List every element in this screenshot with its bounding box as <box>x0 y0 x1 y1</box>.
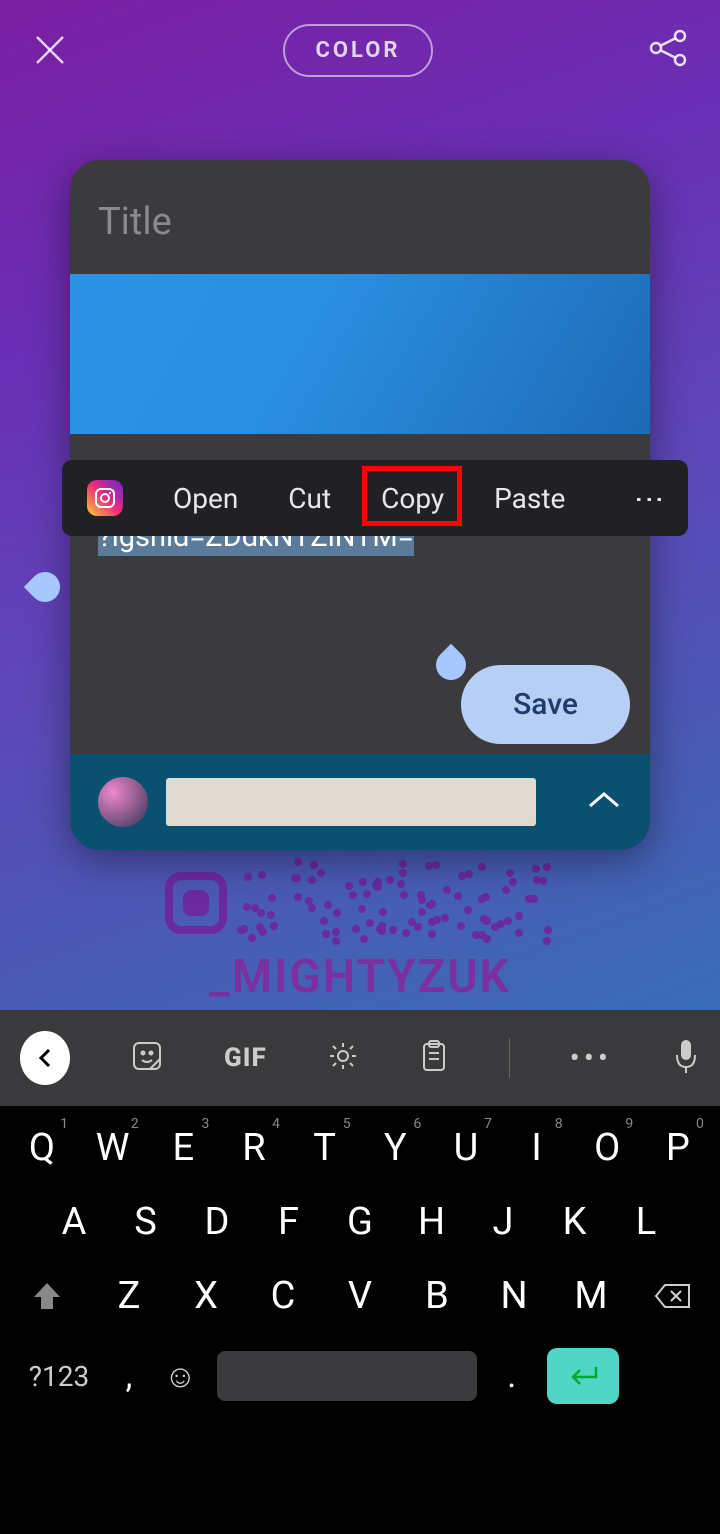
key-o[interactable]: O9 <box>577 1126 637 1170</box>
enter-key[interactable] <box>547 1348 619 1404</box>
comment-input[interactable] <box>166 778 536 826</box>
clipboard-icon[interactable] <box>419 1039 449 1077</box>
share-icon[interactable] <box>646 26 690 74</box>
key-q[interactable]: Q1 <box>12 1126 72 1170</box>
instagram-icon[interactable] <box>87 480 123 516</box>
key-d[interactable]: D <box>187 1200 247 1244</box>
image-strip[interactable] <box>70 274 650 434</box>
color-button[interactable]: COLOR <box>283 24 432 77</box>
title-placeholder: Title <box>98 200 172 244</box>
keyboard: Q1W2E3R4T5Y6U7I8O9P0 ASDFGHJKL ZXCVBNM ?… <box>0 1106 720 1534</box>
key-f[interactable]: F <box>259 1200 319 1244</box>
avatar[interactable] <box>98 777 148 827</box>
keyboard-toolbar: GIF ••• <box>0 1010 720 1106</box>
key-c[interactable]: C <box>253 1274 313 1318</box>
context-more-icon[interactable]: ⋮ <box>632 484 667 512</box>
key-y[interactable]: Y6 <box>365 1126 425 1170</box>
key-z[interactable]: Z <box>99 1274 159 1318</box>
key-m[interactable]: M <box>561 1274 621 1318</box>
key-n[interactable]: N <box>484 1274 544 1318</box>
key-e[interactable]: E3 <box>153 1126 213 1170</box>
top-bar: COLOR <box>0 0 720 100</box>
mic-icon[interactable] <box>672 1037 700 1079</box>
gif-button[interactable]: GIF <box>224 1043 267 1073</box>
space-key[interactable] <box>217 1351 477 1401</box>
profile-username: _MIGHTYZUK <box>0 950 720 1004</box>
symbols-key[interactable]: ?123 <box>24 1360 94 1393</box>
key-j[interactable]: J <box>473 1200 533 1244</box>
key-x[interactable]: X <box>176 1274 236 1318</box>
selection-handle-end[interactable] <box>430 644 472 686</box>
key-v[interactable]: V <box>330 1274 390 1318</box>
selection-handle-start[interactable] <box>24 566 66 608</box>
key-k[interactable]: K <box>545 1200 605 1244</box>
context-open[interactable]: Open <box>173 482 238 515</box>
key-p[interactable]: P0 <box>648 1126 708 1170</box>
key-r[interactable]: R4 <box>224 1126 284 1170</box>
gear-icon[interactable] <box>327 1040 359 1076</box>
shift-key[interactable] <box>12 1274 82 1318</box>
save-button[interactable]: Save <box>461 665 630 744</box>
toolbar-separator <box>509 1038 510 1078</box>
key-h[interactable]: H <box>402 1200 462 1244</box>
key-l[interactable]: L <box>616 1200 676 1244</box>
app-screen: COLOR // sprinkle dots _MIGHTYZUK Title … <box>0 0 720 1534</box>
comma-key[interactable]: , <box>114 1356 144 1396</box>
chevron-up-icon[interactable] <box>586 788 622 816</box>
context-paste[interactable]: Paste <box>494 482 565 515</box>
title-field[interactable]: Title <box>70 160 650 274</box>
key-u[interactable]: U7 <box>436 1126 496 1170</box>
collapse-keyboard-icon[interactable] <box>20 1031 70 1085</box>
key-s[interactable]: S <box>116 1200 176 1244</box>
backspace-key[interactable] <box>638 1274 708 1318</box>
copy-highlight <box>362 466 462 526</box>
key-g[interactable]: G <box>330 1200 390 1244</box>
key-b[interactable]: B <box>407 1274 467 1318</box>
key-w[interactable]: W2 <box>83 1126 143 1170</box>
context-cut[interactable]: Cut <box>288 482 331 515</box>
more-icon[interactable]: ••• <box>570 1041 612 1076</box>
key-i[interactable]: I8 <box>507 1126 567 1170</box>
qr-code: // sprinkle dots <box>165 858 555 948</box>
key-a[interactable]: A <box>44 1200 104 1244</box>
key-t[interactable]: T5 <box>295 1126 355 1170</box>
close-icon[interactable] <box>30 30 70 70</box>
sticker-icon[interactable] <box>130 1039 164 1077</box>
period-key[interactable]: . <box>497 1356 527 1396</box>
card-bottom-bar <box>70 754 650 850</box>
emoji-key[interactable]: ☺ <box>164 1357 197 1395</box>
